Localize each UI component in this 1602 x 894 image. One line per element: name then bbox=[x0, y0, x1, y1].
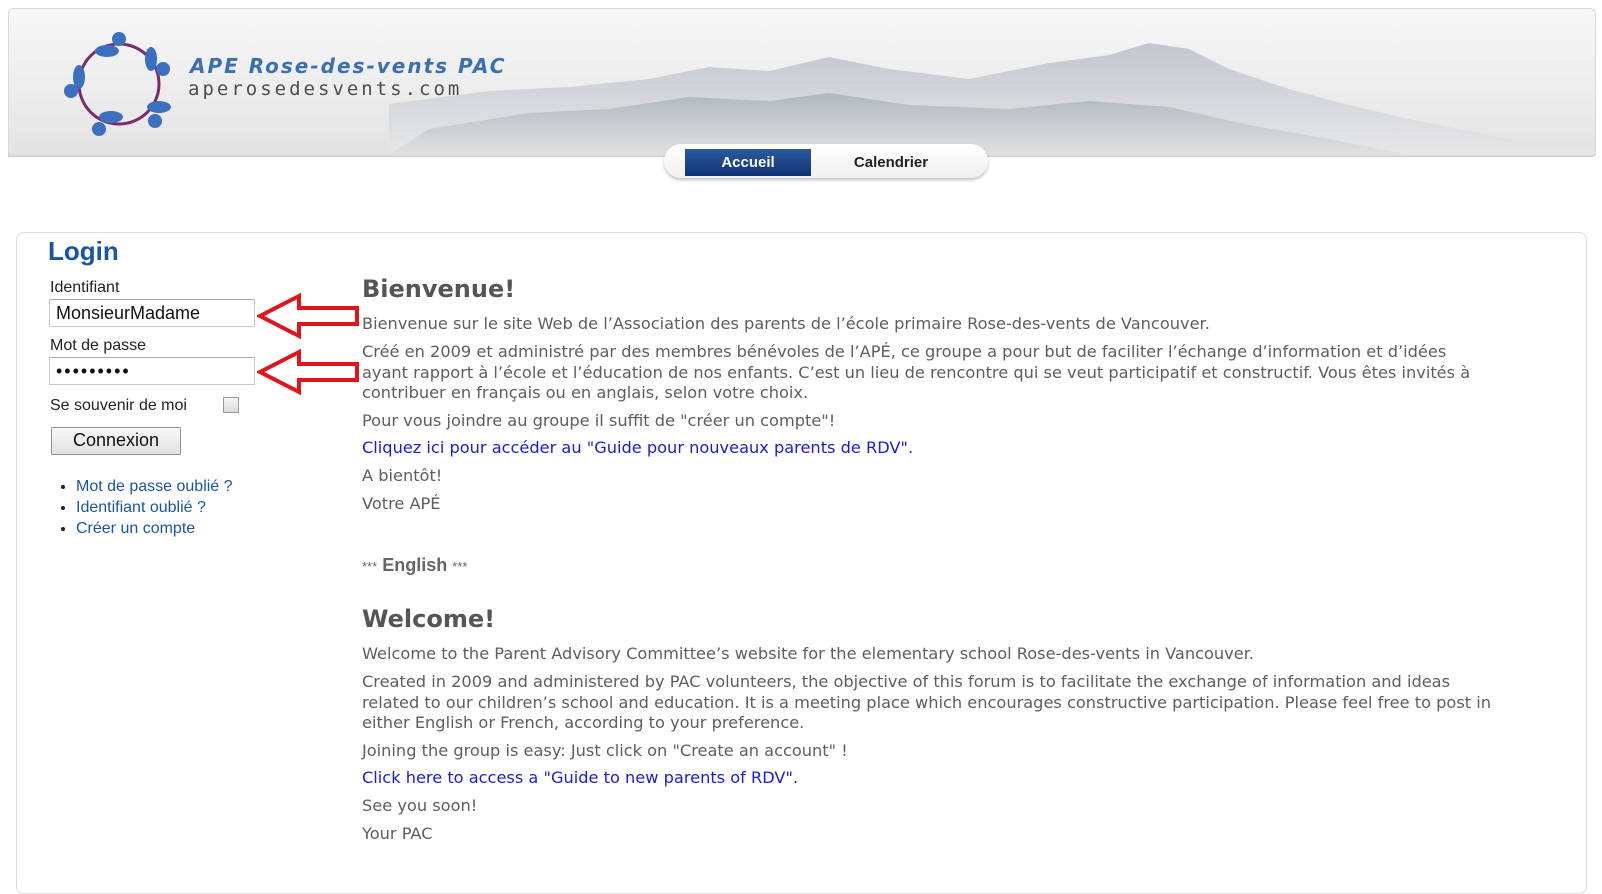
login-links: Mot de passe oublié ? Identifiant oublié… bbox=[58, 476, 233, 539]
remember-me-label: Se souvenir de moi bbox=[50, 397, 187, 414]
username-field[interactable] bbox=[49, 299, 255, 327]
english-section-marker: *** English *** bbox=[362, 555, 468, 575]
forgot-username-link[interactable]: Identifiant oublié ? bbox=[76, 499, 206, 516]
list-item: Créer un compte bbox=[76, 518, 233, 539]
about-paragraph-fr: Créé en 2009 et administré par des membr… bbox=[362, 342, 1471, 402]
tab-accueil[interactable]: Accueil bbox=[685, 149, 811, 176]
intro-paragraph-fr: Bienvenue sur le site Web de l’Associati… bbox=[362, 314, 1210, 333]
signature-en: Your PAC bbox=[362, 824, 433, 843]
join-paragraph-en: Joining the group is easy: Just click on… bbox=[362, 741, 848, 760]
login-title: Login bbox=[48, 236, 119, 266]
list-item: Mot de passe oublié ? bbox=[76, 476, 233, 497]
remember-me-checkbox[interactable] bbox=[223, 397, 239, 413]
signature-fr: Votre APÉ bbox=[362, 494, 441, 513]
arrow-left-icon bbox=[257, 348, 359, 396]
guide-link-en[interactable]: Click here to access a "Guide to new par… bbox=[362, 768, 1492, 789]
forgot-password-link[interactable]: Mot de passe oublié ? bbox=[76, 478, 233, 495]
main-nav: Accueil Calendrier bbox=[664, 144, 988, 178]
password-field[interactable] bbox=[49, 357, 255, 385]
intro-paragraph-en: Welcome to the Parent Advisory Committee… bbox=[362, 644, 1255, 663]
guide-link-fr[interactable]: Cliquez ici pour accéder au "Guide pour … bbox=[362, 438, 1492, 459]
tab-calendrier[interactable]: Calendrier bbox=[814, 149, 968, 176]
password-label: Mot de passe bbox=[50, 337, 147, 354]
welcome-title-fr: Bienvenue! bbox=[362, 275, 516, 303]
logo-icon bbox=[64, 32, 171, 136]
signoff-fr: A bientôt! bbox=[362, 466, 443, 485]
signoff-en: See you soon! bbox=[362, 796, 478, 815]
arrow-left-icon bbox=[257, 292, 359, 340]
list-item: Identifiant oublié ? bbox=[76, 497, 233, 518]
header-banner: APE Rose-des-vents PAC aperosedesvents.c… bbox=[8, 8, 1596, 156]
create-account-link[interactable]: Créer un compte bbox=[76, 520, 195, 537]
site-domain: aperosedesvents.com bbox=[188, 78, 463, 100]
site-name: APE Rose-des-vents PAC bbox=[190, 54, 507, 78]
join-paragraph-fr: Pour vous joindre au groupe il suffit de… bbox=[362, 411, 836, 430]
username-label: Identifiant bbox=[50, 279, 120, 296]
about-paragraph-en: Created in 2009 and administered by PAC … bbox=[362, 672, 1492, 732]
welcome-title-en: Welcome! bbox=[362, 605, 496, 633]
login-button[interactable]: Connexion bbox=[51, 427, 181, 455]
